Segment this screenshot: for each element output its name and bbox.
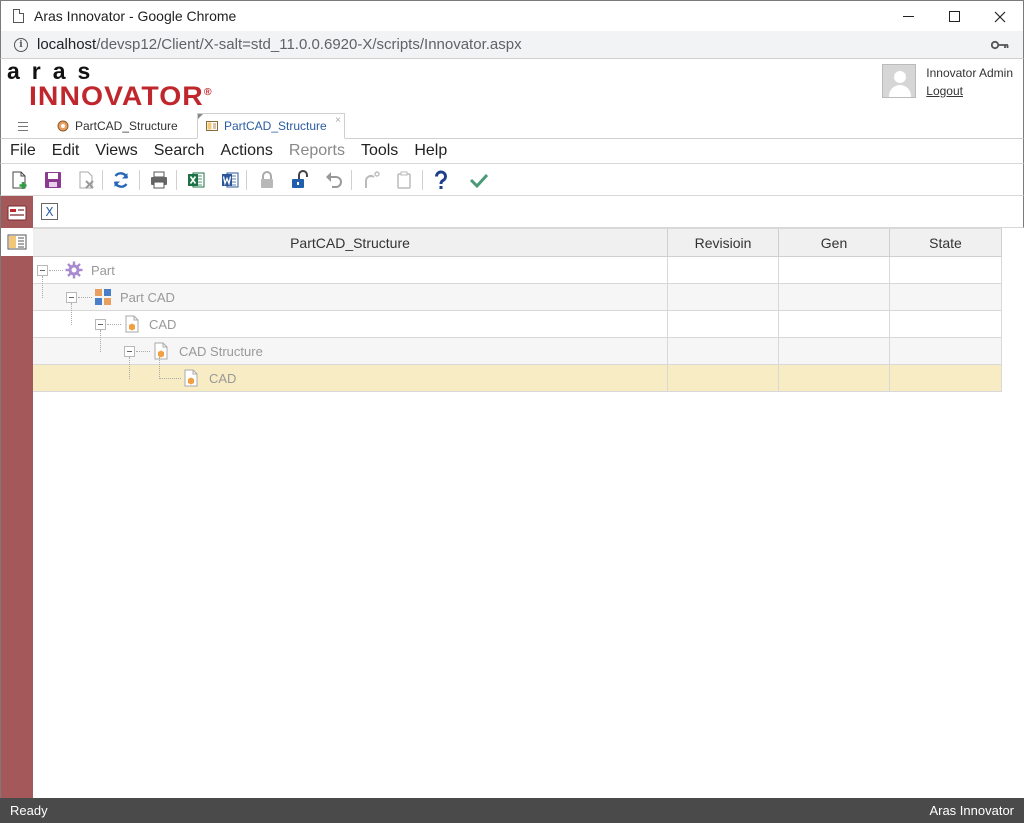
column-header-revision[interactable]: Revisioin	[668, 229, 779, 256]
menu-edit[interactable]: Edit	[52, 142, 80, 160]
menu-views[interactable]: Views	[95, 142, 137, 160]
word-icon[interactable]	[220, 170, 240, 190]
browser-title-bar: Aras Innovator - Google Chrome	[0, 0, 1024, 31]
menu-actions[interactable]: Actions	[220, 142, 272, 160]
collapse-toggle[interactable]	[95, 319, 106, 330]
maximize-button[interactable]	[931, 1, 977, 32]
table-row[interactable]: Part	[33, 257, 1002, 284]
key-icon[interactable]	[991, 40, 1009, 50]
done-icon[interactable]	[469, 170, 489, 190]
main-toolbar	[0, 164, 1024, 196]
node-label: CAD Structure	[179, 344, 263, 359]
tab-partcad-structure-1[interactable]: PartCAD_Structure	[49, 113, 191, 139]
status-text: Ready	[10, 803, 48, 818]
avatar[interactable]	[882, 64, 917, 98]
lock-icon[interactable]	[257, 170, 277, 190]
menu-search[interactable]: Search	[154, 142, 205, 160]
aras-innovator-logo: aras INNOVATOR®	[7, 58, 213, 111]
collapse-toggle[interactable]	[66, 292, 77, 303]
tab-label: PartCAD_Structure	[224, 119, 327, 133]
app-header: aras INNOVATOR® Innovator Admin Logout	[0, 59, 1024, 111]
column-header-name[interactable]: PartCAD_Structure	[33, 229, 668, 256]
user-name: Innovator Admin	[926, 66, 1013, 80]
status-bar: Ready Aras Innovator	[0, 798, 1024, 823]
node-label: CAD	[149, 317, 177, 332]
menu-bar: File Edit Views Search Actions Reports T…	[0, 139, 1024, 164]
url-text[interactable]: localhost/devsp12/Client/X-salt=std_11.0…	[37, 36, 522, 53]
new-icon[interactable]	[10, 170, 30, 190]
sidebar-item-structure[interactable]	[1, 228, 33, 256]
page-icon	[13, 9, 24, 23]
structure-toolbar: X	[33, 196, 1024, 228]
cad-document-icon	[125, 315, 139, 333]
table-row-selected[interactable]: CAD	[33, 357, 1002, 392]
window-title: Aras Innovator - Google Chrome	[34, 8, 237, 24]
table-row[interactable]: Part CAD	[33, 276, 1002, 311]
menu-file[interactable]: File	[10, 142, 36, 160]
relationship-icon	[95, 289, 111, 305]
cad-document-icon	[154, 342, 168, 360]
structure-view-icon	[206, 121, 218, 131]
menu-tools[interactable]: Tools	[361, 142, 398, 160]
sidebar-item-form[interactable]	[1, 199, 33, 227]
form-view-icon	[7, 205, 27, 221]
structure-grid: PartCAD_Structure Revisioin Gen State Pa…	[33, 228, 1002, 392]
column-header-state[interactable]: State	[890, 229, 1002, 256]
close-icon	[994, 11, 1006, 22]
close-window-button[interactable]	[977, 1, 1023, 32]
structure-view-icon	[7, 234, 27, 250]
menu-help[interactable]: Help	[414, 142, 447, 160]
table-row[interactable]: CAD Structure	[33, 330, 1002, 365]
delete-icon[interactable]	[394, 170, 414, 190]
node-label: Part	[91, 263, 115, 278]
address-bar[interactable]: i localhost/devsp12/Client/X-salt=std_11…	[0, 31, 1024, 59]
node-label: Part CAD	[120, 290, 175, 305]
status-app-name: Aras Innovator	[929, 803, 1014, 818]
left-sidebar	[0, 196, 33, 798]
collapse-toggle[interactable]	[124, 346, 135, 357]
tab-strip: PartCAD_Structure PartCAD_Structure ×	[0, 111, 1024, 139]
redo-icon[interactable]	[361, 170, 381, 190]
undo-icon[interactable]	[324, 170, 344, 190]
save-icon[interactable]	[43, 170, 63, 190]
hamburger-menu-icon[interactable]	[18, 122, 28, 134]
window-controls	[885, 1, 1023, 32]
export-excel-icon[interactable]: X	[41, 203, 58, 220]
help-icon[interactable]	[431, 170, 451, 190]
excel-icon[interactable]	[186, 170, 206, 190]
print-icon[interactable]	[149, 170, 169, 190]
close-tab-icon[interactable]: ×	[335, 115, 341, 126]
unlock-icon[interactable]	[290, 170, 310, 190]
maximize-icon	[948, 11, 960, 22]
menu-reports[interactable]: Reports	[289, 142, 345, 160]
item-type-icon	[57, 120, 69, 132]
column-header-gen[interactable]: Gen	[779, 229, 890, 256]
table-row[interactable]: CAD	[33, 303, 1002, 338]
refresh-icon[interactable]	[111, 170, 131, 190]
discard-icon[interactable]	[77, 170, 97, 190]
tab-label: PartCAD_Structure	[75, 119, 178, 133]
cad-document-icon	[184, 369, 198, 387]
gear-icon	[65, 261, 83, 279]
collapse-toggle[interactable]	[37, 265, 48, 276]
minimize-icon	[902, 16, 914, 17]
node-label: CAD	[209, 371, 237, 386]
minimize-button[interactable]	[885, 1, 931, 32]
info-icon[interactable]: i	[14, 37, 28, 52]
grid-header: PartCAD_Structure Revisioin Gen State	[33, 228, 1002, 257]
user-panel: Innovator Admin Logout	[882, 64, 1013, 100]
tab-partcad-structure-2[interactable]: PartCAD_Structure ×	[197, 113, 345, 139]
logout-link[interactable]: Logout	[926, 82, 1013, 100]
